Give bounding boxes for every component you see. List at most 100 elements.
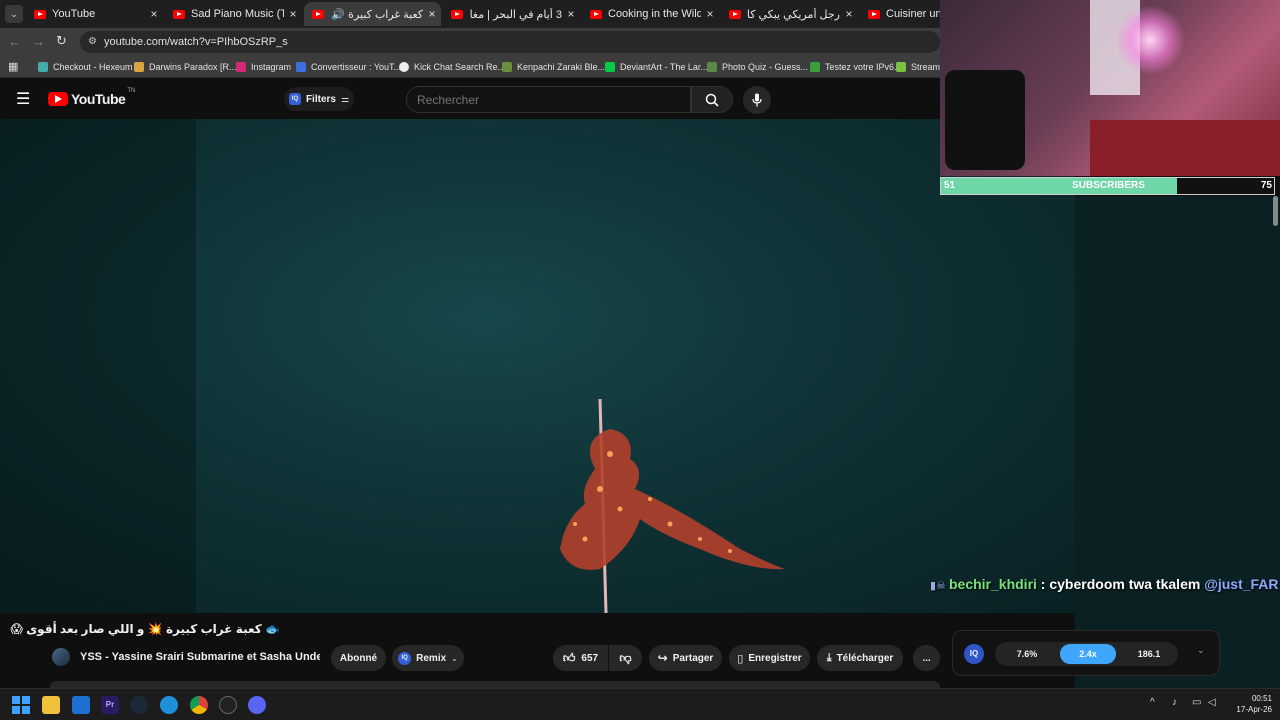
save-button[interactable]: ▯ Enregistrer: [729, 645, 810, 671]
close-tab-icon[interactable]: ×: [423, 7, 441, 21]
channel-avatar[interactable]: [52, 648, 70, 666]
address-bar[interactable]: ⚙ youtube.com/watch?v=PIhbOSzRP_s: [80, 31, 940, 53]
bookmark-item[interactable]: DeviantArt - The Lar...: [605, 59, 708, 75]
browser-tab[interactable]: Sad Piano Music (THIS W ×: [165, 2, 302, 26]
outlook-icon[interactable]: [72, 696, 90, 714]
iq-stat-score: 186.1: [1137, 649, 1161, 659]
clock-date: 17-Apr-26: [1236, 705, 1272, 714]
premiere-pro-icon[interactable]: Pr: [101, 696, 119, 714]
bookmark-item[interactable]: Darwins Paradox [R...: [134, 59, 237, 75]
tab-title: كعبة غراب كبيرة 🔊 و: [330, 8, 423, 21]
voice-search-button[interactable]: [743, 86, 771, 114]
channel-name[interactable]: YSS - Yassine Srairi Submarine et Sasha …: [80, 651, 320, 663]
close-tab-icon[interactable]: ×: [840, 7, 858, 21]
forward-arrow-icon[interactable]: →: [32, 34, 45, 49]
windows-start-icon[interactable]: [12, 696, 30, 714]
remix-button[interactable]: IQ Remix ⌄: [392, 645, 464, 671]
bookmark-item[interactable]: Convertisseur : YouT...: [296, 59, 401, 75]
youtube-favicon-icon: [729, 9, 741, 19]
bookmark-label: Checkout - Hexeum: [53, 62, 133, 72]
filters-button[interactable]: IQ Filters ⚌: [284, 87, 354, 111]
browser-tab-active[interactable]: كعبة غراب كبيرة 🔊 و ×: [304, 2, 441, 26]
tab-title: Cuisiner un Agne: [886, 8, 940, 20]
bookmark-item[interactable]: Checkout - Hexeum: [38, 59, 133, 75]
close-tab-icon[interactable]: ×: [284, 7, 302, 21]
obs-icon[interactable]: [219, 696, 237, 714]
description-box-top: [50, 681, 940, 688]
discord-icon[interactable]: [248, 696, 266, 714]
subscribe-label: Abonné: [339, 652, 378, 664]
bookmark-favicon-icon: [399, 62, 409, 72]
bookmark-item[interactable]: Kick Chat Search Re...: [399, 59, 505, 75]
bookmark-label: Testez votre IPv6.: [825, 62, 897, 72]
video-player[interactable]: [0, 119, 1075, 613]
close-tab-icon[interactable]: ×: [145, 7, 163, 21]
share-button[interactable]: ↪ Partager: [649, 645, 722, 671]
bookmark-label: Kenpachi Zaraki Ble...: [517, 62, 606, 72]
share-label: Partager: [672, 652, 714, 664]
page-scrollbar-thumb[interactable]: [1273, 196, 1278, 226]
reload-icon[interactable]: ↻: [56, 33, 67, 49]
bookmark-item[interactable]: Photo Quiz - Guess...: [707, 59, 808, 75]
clock[interactable]: 00:51 17-Apr-26: [1224, 693, 1272, 715]
close-tab-icon[interactable]: ×: [701, 7, 719, 21]
subscribe-button[interactable]: Abonné: [331, 645, 386, 671]
edge-icon[interactable]: [160, 696, 178, 714]
webcam-overlay: [940, 0, 1280, 176]
search-input[interactable]: [406, 86, 691, 113]
bookmark-item[interactable]: Instagram: [236, 59, 291, 75]
dislike-button[interactable]: 👎︎: [609, 645, 642, 671]
search-button[interactable]: [691, 86, 733, 113]
chevron-down-icon[interactable]: ⌄: [1197, 645, 1205, 656]
download-label: Télécharger: [836, 652, 894, 664]
video-title: 🐟 كعبة غراب كبيرة 💥 و اللي صار بعد أقوى …: [10, 622, 280, 636]
checkmark-favicon-icon: [810, 62, 820, 72]
instagram-icon: [236, 62, 246, 72]
bookmark-label: DeviantArt - The Lar...: [620, 62, 708, 72]
chrome-icon[interactable]: [190, 696, 208, 714]
steam-icon[interactable]: [130, 696, 148, 714]
tab-search-button[interactable]: ⌄: [5, 5, 23, 23]
bookmark-item[interactable]: Streame: [896, 59, 945, 75]
network-icon[interactable]: ▭: [1192, 697, 1201, 708]
bookmark-favicon-icon: [707, 62, 717, 72]
apps-grid-icon[interactable]: ▦: [8, 60, 18, 73]
iq-extension-widget: IQ 7.6% 2.4x 186.1 ⌄: [952, 630, 1220, 676]
country-code: TN: [127, 88, 136, 94]
youtube-logo[interactable]: YouTube TN: [48, 88, 136, 107]
chat-text: cyberdoom twa tkalem: [1049, 576, 1201, 592]
microphone-tray-icon[interactable]: ♪: [1172, 697, 1177, 708]
url-text: youtube.com/watch?v=PIhbOSzRP_s: [104, 36, 288, 48]
browser-tab[interactable]: Cuisiner un Agne: [860, 2, 940, 26]
microphone-icon: [752, 93, 762, 107]
windows-taskbar: Pr ^ ♪ ▭ ◁ 00:51 17-Apr-26: [0, 688, 1280, 720]
bookmark-favicon-icon: [296, 62, 306, 72]
close-tab-icon[interactable]: ×: [562, 7, 580, 21]
youtube-favicon-icon: [173, 9, 185, 19]
tray-chevron-up-icon[interactable]: ^: [1150, 697, 1155, 708]
bookmark-item[interactable]: Testez votre IPv6.: [810, 59, 897, 75]
bookmark-item[interactable]: Kenpachi Zaraki Ble...: [502, 59, 605, 75]
bookmark-favicon-icon: [502, 62, 512, 72]
file-explorer-icon[interactable]: [42, 696, 60, 714]
download-icon: ⤓: [826, 651, 832, 664]
more-dots-icon: ...: [922, 652, 931, 664]
chat-badge-icon: ▮☠: [930, 580, 949, 592]
back-arrow-icon[interactable]: ←: [8, 34, 21, 49]
site-info-icon[interactable]: ⚙: [88, 31, 97, 53]
tab-title: رجل أمريكي يبكي كالطفل: [747, 8, 840, 21]
iq-stat-multiplier[interactable]: 2.4x: [1060, 644, 1116, 664]
browser-tab[interactable]: 3 أيام في البحر | مغامرة مع ×: [443, 2, 580, 26]
like-button[interactable]: 👍︎ 657: [553, 645, 608, 671]
youtube-favicon-icon: [34, 9, 46, 19]
bookmark-favicon-icon: [134, 62, 144, 72]
download-button[interactable]: ⤓ Télécharger: [817, 645, 903, 671]
chat-separator: :: [1036, 576, 1050, 592]
browser-tab[interactable]: رجل أمريكي يبكي كالطفل ×: [721, 2, 858, 26]
filters-label: Filters: [305, 93, 336, 105]
browser-tab[interactable]: Cooking in the Wild: Trad ×: [582, 2, 719, 26]
browser-tab[interactable]: YouTube ×: [26, 2, 163, 26]
more-actions-button[interactable]: ...: [913, 645, 940, 671]
hamburger-menu-icon[interactable]: ☰: [16, 89, 30, 109]
speaker-icon[interactable]: ◁: [1208, 697, 1216, 708]
